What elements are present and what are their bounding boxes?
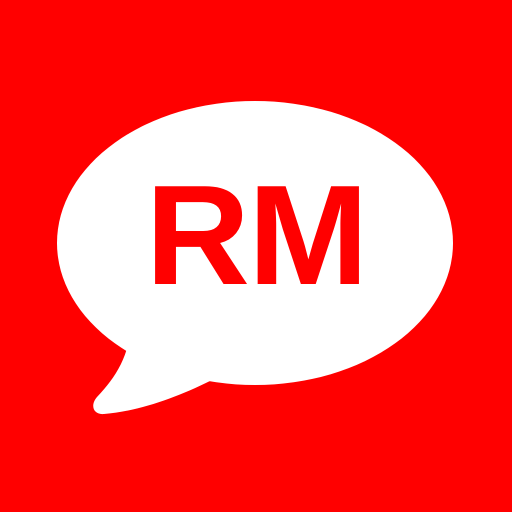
monogram-text: RM	[145, 156, 368, 315]
app-icon: RM	[0, 0, 512, 512]
